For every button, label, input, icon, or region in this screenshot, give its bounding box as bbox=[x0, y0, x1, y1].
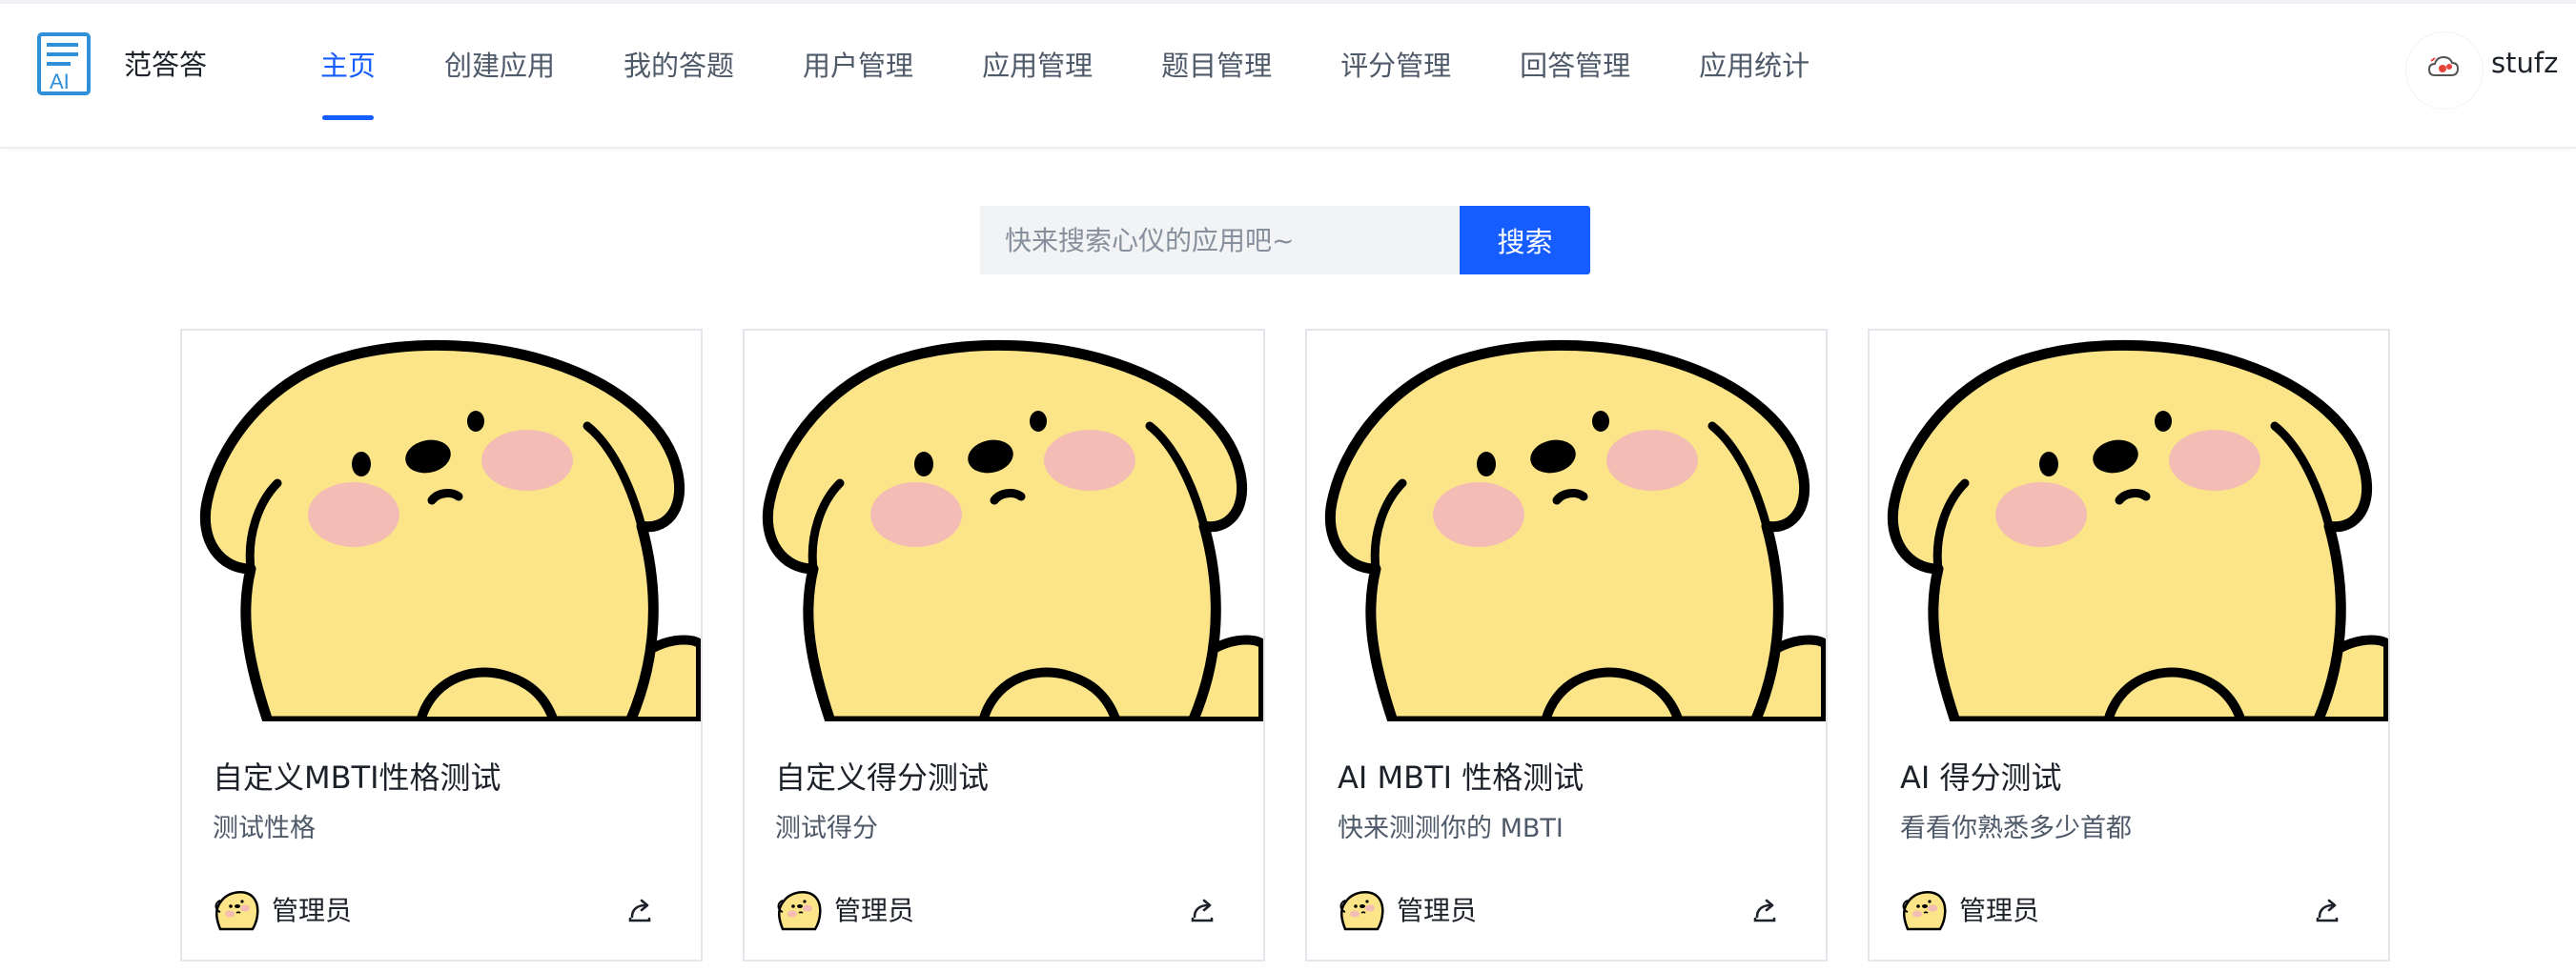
app-card-title[interactable]: 自定义得分测试 bbox=[775, 757, 989, 799]
app-cover-image[interactable] bbox=[745, 331, 1263, 721]
nav-item[interactable]: 评分管理 bbox=[1306, 4, 1485, 149]
app-cover-image[interactable] bbox=[182, 331, 701, 721]
app-card-title[interactable]: AI 得分测试 bbox=[1900, 757, 2062, 799]
share-button[interactable] bbox=[619, 890, 661, 932]
app-card[interactable]: 自定义得分测试 测试得分 管理员 bbox=[743, 329, 1265, 962]
share-icon bbox=[1191, 899, 1214, 922]
app-card-description: 快来测测你的 MBTI bbox=[1338, 814, 1564, 843]
author-avatar bbox=[213, 887, 260, 935]
dog-illustration bbox=[745, 331, 1263, 721]
search-button[interactable]: 搜索 bbox=[1460, 206, 1590, 274]
nav-item[interactable]: 应用统计 bbox=[1665, 4, 1844, 149]
app-card[interactable]: AI MBTI 性格测试 快来测测你的 MBTI 管理员 bbox=[1305, 329, 1828, 962]
nav-item[interactable]: 应用管理 bbox=[948, 4, 1127, 149]
author-avatar bbox=[215, 890, 259, 931]
app-card-description: 看看你熟悉多少首都 bbox=[1900, 814, 2132, 843]
nav-item[interactable]: 主页 bbox=[286, 4, 410, 149]
search-input[interactable] bbox=[980, 206, 1460, 274]
share-icon bbox=[628, 899, 651, 922]
nav-item[interactable]: 创建应用 bbox=[410, 4, 589, 149]
nav-item[interactable]: 我的答题 bbox=[589, 4, 768, 149]
app-cover-image[interactable] bbox=[1870, 331, 2388, 721]
app-card-title[interactable]: 自定义MBTI性格测试 bbox=[213, 757, 501, 799]
app-card[interactable]: AI 得分测试 看看你熟悉多少首都 管理员 bbox=[1868, 329, 2390, 962]
ai-document-icon[interactable]: AI bbox=[36, 31, 92, 96]
author-avatar bbox=[1902, 890, 1947, 931]
app-card-author: 管理员 bbox=[1397, 895, 1478, 926]
author-avatar bbox=[775, 887, 823, 935]
author-avatar bbox=[777, 890, 822, 931]
cloud-icon bbox=[2407, 33, 2482, 108]
share-icon bbox=[2316, 899, 2339, 922]
app-card-author: 管理员 bbox=[272, 895, 353, 926]
top-navbar: AI 范答答 主页 创建应用 我的答题 用户管理 应用管理 题目管理 评分管理 回答管理 应用统… bbox=[0, 0, 2576, 149]
main-nav: 主页 创建应用 我的答题 用户管理 应用管理 题目管理 评分管理 回答管理 应用统计 bbox=[286, 4, 1844, 149]
app-card-description: 测试性格 bbox=[213, 814, 316, 843]
nav-item[interactable]: 回答管理 bbox=[1485, 4, 1665, 149]
app-card-author: 管理员 bbox=[1959, 895, 2040, 926]
share-button[interactable] bbox=[1181, 890, 1223, 932]
share-button[interactable] bbox=[1744, 890, 1786, 932]
author-avatar bbox=[1900, 887, 1948, 935]
brand-name[interactable]: 范答答 bbox=[124, 46, 207, 84]
user-name[interactable]: stufz bbox=[2491, 44, 2558, 82]
svg-text:AI: AI bbox=[50, 70, 70, 93]
nav-item[interactable]: 用户管理 bbox=[768, 4, 948, 149]
app-card-author: 管理员 bbox=[834, 895, 915, 926]
share-button[interactable] bbox=[2306, 890, 2348, 932]
share-icon bbox=[1753, 899, 1776, 922]
app-cover-image[interactable] bbox=[1307, 331, 1826, 721]
dog-illustration bbox=[182, 331, 701, 721]
author-avatar bbox=[1338, 887, 1385, 935]
app-card-title[interactable]: AI MBTI 性格测试 bbox=[1338, 757, 1584, 799]
dog-illustration bbox=[1870, 331, 2388, 721]
author-avatar bbox=[1339, 890, 1384, 931]
nav-item[interactable]: 题目管理 bbox=[1127, 4, 1306, 149]
app-card-description: 测试得分 bbox=[775, 814, 878, 843]
user-avatar[interactable] bbox=[2406, 32, 2483, 109]
dog-illustration bbox=[1307, 331, 1826, 721]
app-card[interactable]: 自定义MBTI性格测试 测试性格 管理员 bbox=[180, 329, 703, 962]
